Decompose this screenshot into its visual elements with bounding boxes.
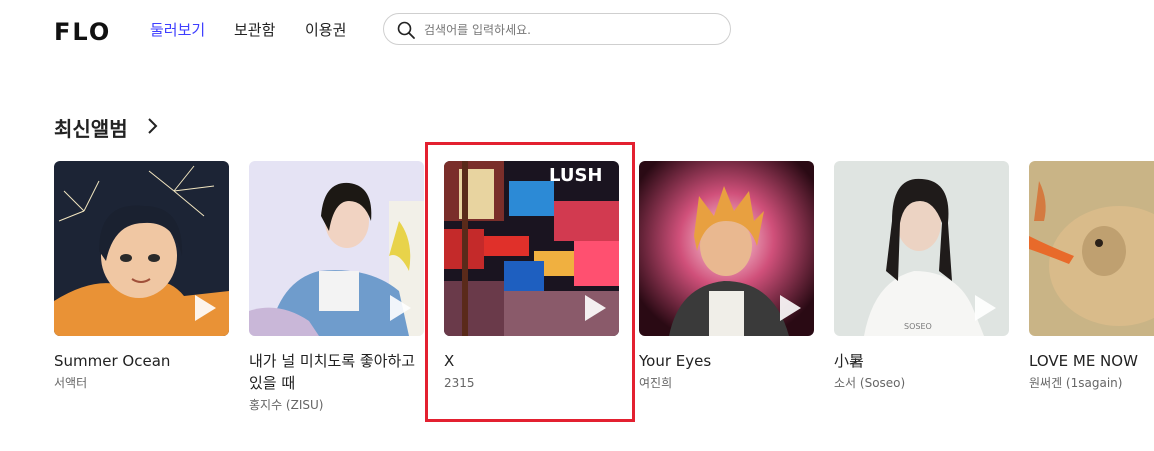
album-artist[interactable]: 여진희 xyxy=(639,374,814,392)
search-input[interactable] xyxy=(422,19,716,41)
top-header: FLO 둘러보기 보관함 이용권 xyxy=(0,0,1154,60)
nav-library[interactable]: 보관함 xyxy=(234,19,275,40)
album-card[interactable]: 내가 널 미치도록 좋아하고 있을 때 홍지수 (ZISU) xyxy=(249,161,424,414)
nav-browse[interactable]: 둘러보기 xyxy=(150,19,205,40)
album-title[interactable]: 내가 널 미치도록 좋아하고 있을 때 xyxy=(249,350,424,394)
album-card[interactable]: LOVE ME NOW 원써겐 (1sagain) xyxy=(1029,161,1154,392)
search-bar[interactable] xyxy=(383,13,731,45)
album-card[interactable]: Summer Ocean 서액터 xyxy=(54,161,229,392)
chevron-right-icon[interactable] xyxy=(146,117,160,135)
play-icon[interactable] xyxy=(193,294,217,322)
play-icon[interactable] xyxy=(973,294,997,322)
album-cover-art xyxy=(1029,161,1154,336)
album-cover[interactable] xyxy=(639,161,814,336)
highlight-box xyxy=(425,142,635,422)
album-cover[interactable] xyxy=(54,161,229,336)
album-artist[interactable]: 원써겐 (1sagain) xyxy=(1029,374,1154,392)
album-card[interactable]: SOSEO 小暑 소서 (Soseo) xyxy=(834,161,1009,392)
album-cover[interactable]: SOSEO xyxy=(834,161,1009,336)
nav-subscription[interactable]: 이용권 xyxy=(305,19,346,40)
cover-soseo-text: SOSEO xyxy=(904,322,932,331)
play-icon[interactable] xyxy=(778,294,802,322)
album-title[interactable]: 小暑 xyxy=(834,350,1009,372)
flo-logo[interactable]: FLO xyxy=(54,18,111,46)
album-artist[interactable]: 소서 (Soseo) xyxy=(834,374,1009,392)
album-artist[interactable]: 홍지수 (ZISU) xyxy=(249,396,424,414)
play-icon[interactable] xyxy=(388,294,412,322)
album-title[interactable]: Your Eyes xyxy=(639,350,814,372)
album-card[interactable]: Your Eyes 여진희 xyxy=(639,161,814,392)
section-title[interactable]: 최신앨범 xyxy=(54,113,128,142)
album-cover[interactable] xyxy=(249,161,424,336)
album-cover[interactable] xyxy=(1029,161,1154,336)
album-title[interactable]: LOVE ME NOW xyxy=(1029,350,1154,372)
album-artist[interactable]: 서액터 xyxy=(54,374,229,392)
search-icon xyxy=(397,21,415,39)
album-title[interactable]: Summer Ocean xyxy=(54,350,229,372)
